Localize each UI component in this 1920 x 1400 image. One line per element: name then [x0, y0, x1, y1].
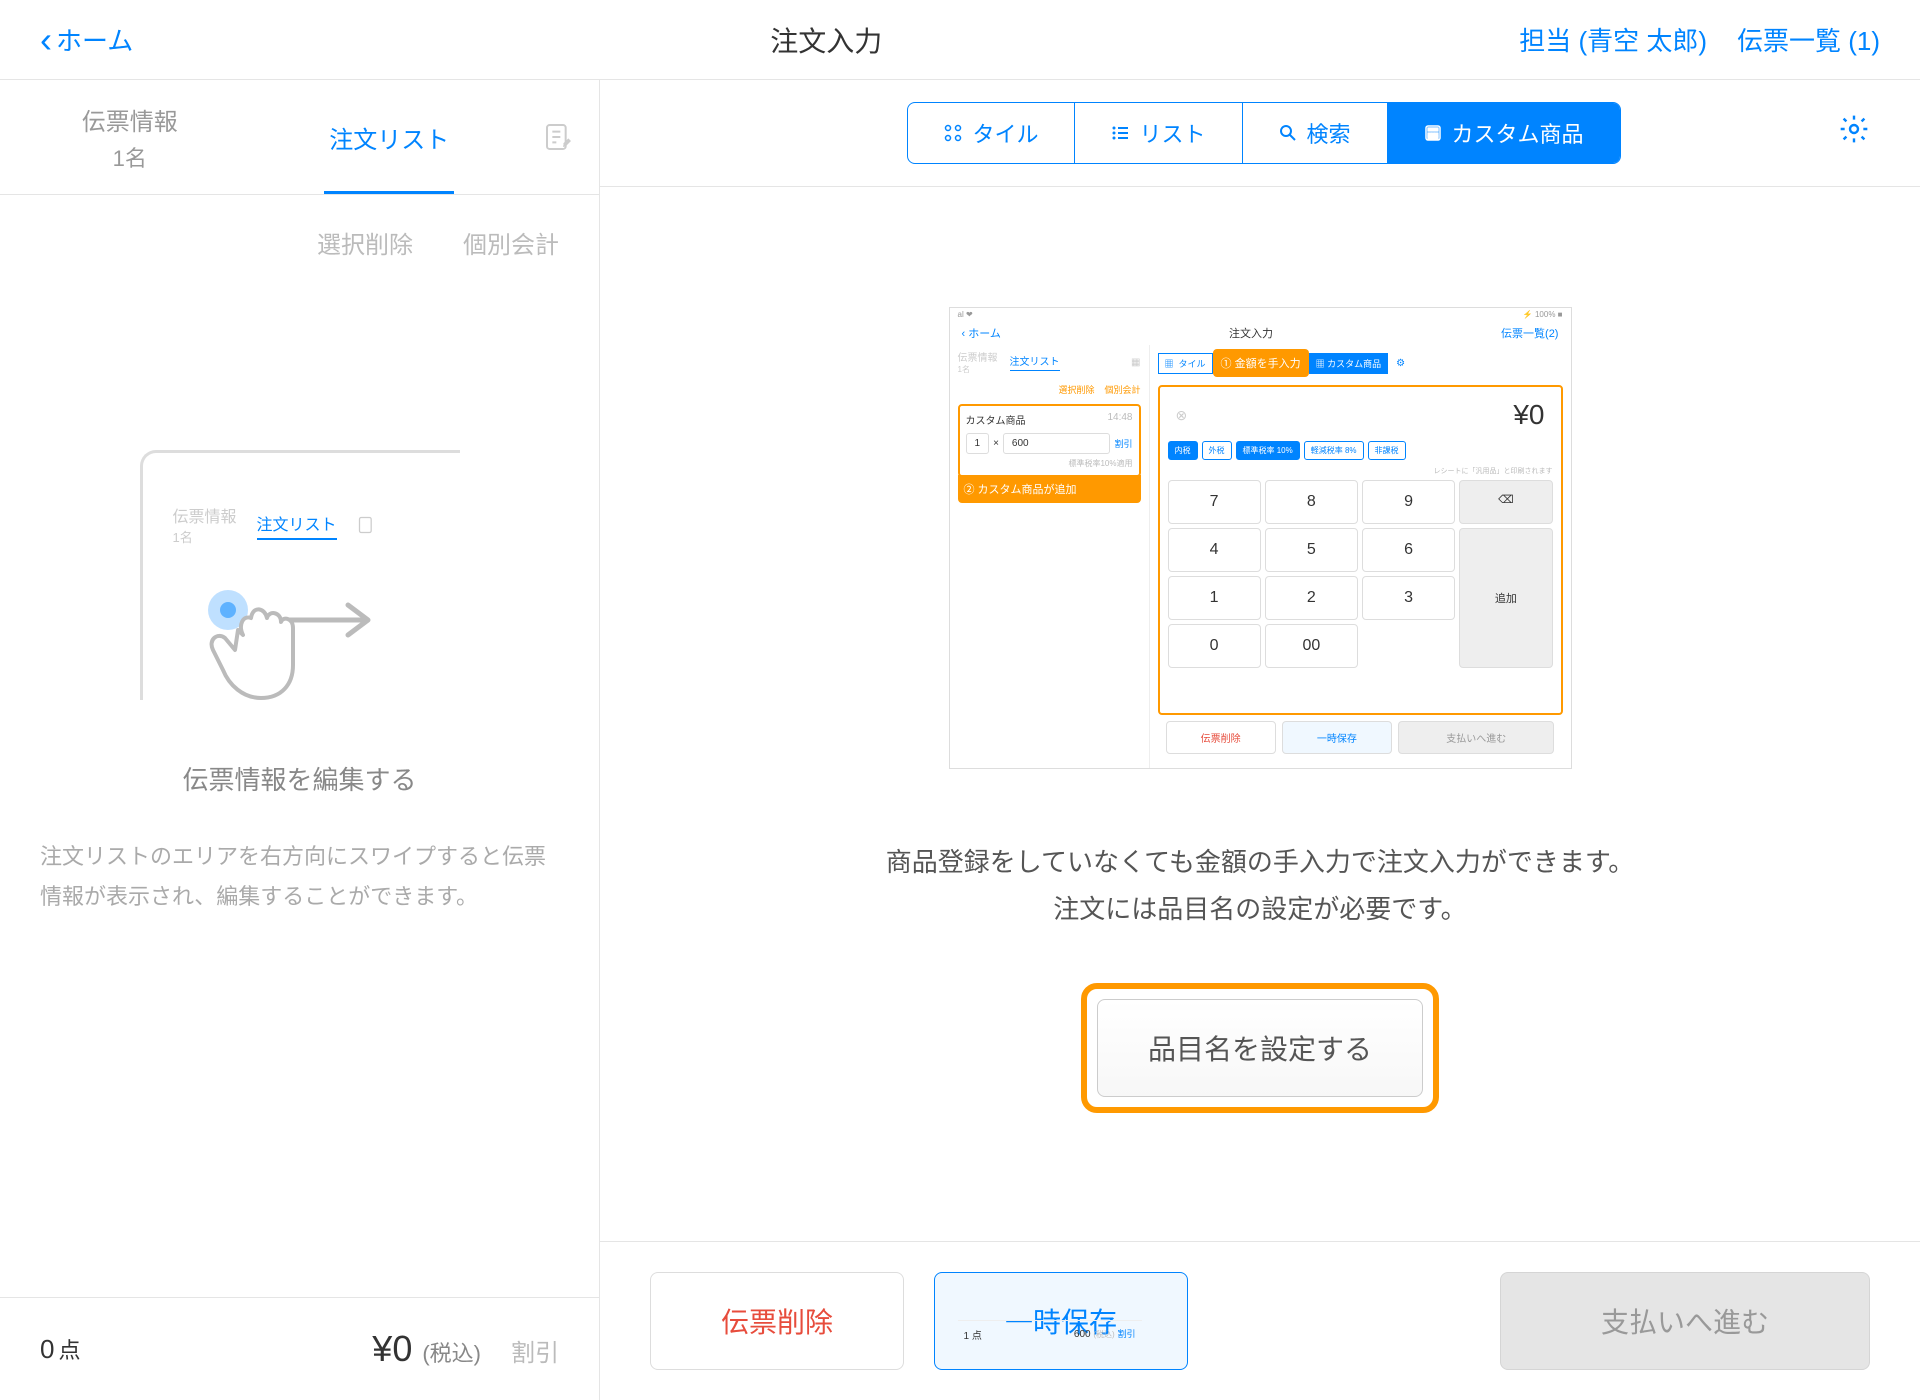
- set-name-highlight: 品目名を設定する: [1081, 983, 1439, 1113]
- swipe-illustration: 伝票情報 1名 注文リスト: [40, 450, 559, 700]
- tab-slip-info[interactable]: 伝票情報 1名: [0, 80, 260, 194]
- select-delete-button[interactable]: 選択削除: [317, 225, 413, 260]
- slip-list-link[interactable]: 伝票一覧 (1): [1737, 21, 1880, 58]
- seg-custom[interactable]: カスタム商品: [1388, 103, 1620, 163]
- edit-icon[interactable]: [519, 80, 599, 194]
- illus-tab-sub: 1名: [173, 530, 193, 545]
- illus-tab-order: 注文リスト: [257, 511, 337, 540]
- delete-slip-button[interactable]: 伝票削除: [650, 1272, 904, 1370]
- total-amount: ¥0: [372, 1328, 412, 1370]
- hand-swipe-icon: [193, 570, 393, 710]
- view-segment-control: タイル リスト 検索 カスタム商品: [907, 102, 1620, 164]
- proceed-payment-button[interactable]: 支払いへ進む: [1500, 1272, 1870, 1370]
- sidebar-heading: 伝票情報を編集する: [40, 760, 559, 797]
- tab-slip-sub: 1名: [113, 141, 147, 173]
- back-button[interactable]: ‹ ホーム: [40, 19, 133, 61]
- illus-tab-slip: 伝票情報: [173, 509, 237, 526]
- seg-list[interactable]: リスト: [1075, 103, 1242, 163]
- item-count: 0点: [40, 1333, 80, 1365]
- help-screenshot: al ❤ ⚡ 100% ■ ‹ ホーム 注文入力 伝票一覧(2) 伝票情報 1名: [949, 307, 1572, 769]
- seg-search[interactable]: 検索: [1243, 103, 1388, 163]
- individual-bill-button[interactable]: 個別会計: [463, 225, 559, 260]
- instruction-text: 商品登録をしていなくても金額の手入力で注文入力ができます。 注文には品目名の設定…: [886, 839, 1635, 933]
- chevron-left-icon: ‹: [40, 19, 52, 61]
- tab-slip-label: 伝票情報: [82, 102, 178, 137]
- sidebar-description: 注文リストのエリアを右方向にスワイプすると伝票情報が表示され、編集することができ…: [40, 837, 559, 916]
- page-title: 注文入力: [770, 20, 882, 60]
- tab-order-list[interactable]: 注文リスト: [260, 80, 520, 194]
- back-label: ホーム: [56, 21, 133, 58]
- gear-icon[interactable]: [1838, 113, 1870, 154]
- discount-button[interactable]: 割引: [511, 1333, 559, 1368]
- seg-tile[interactable]: タイル: [908, 103, 1075, 163]
- set-item-name-button[interactable]: 品目名を設定する: [1097, 999, 1423, 1097]
- person-link[interactable]: 担当 (青空 太郎): [1519, 21, 1707, 58]
- tab-order-label: 注文リスト: [329, 120, 449, 155]
- tax-label: (税込): [422, 1336, 481, 1368]
